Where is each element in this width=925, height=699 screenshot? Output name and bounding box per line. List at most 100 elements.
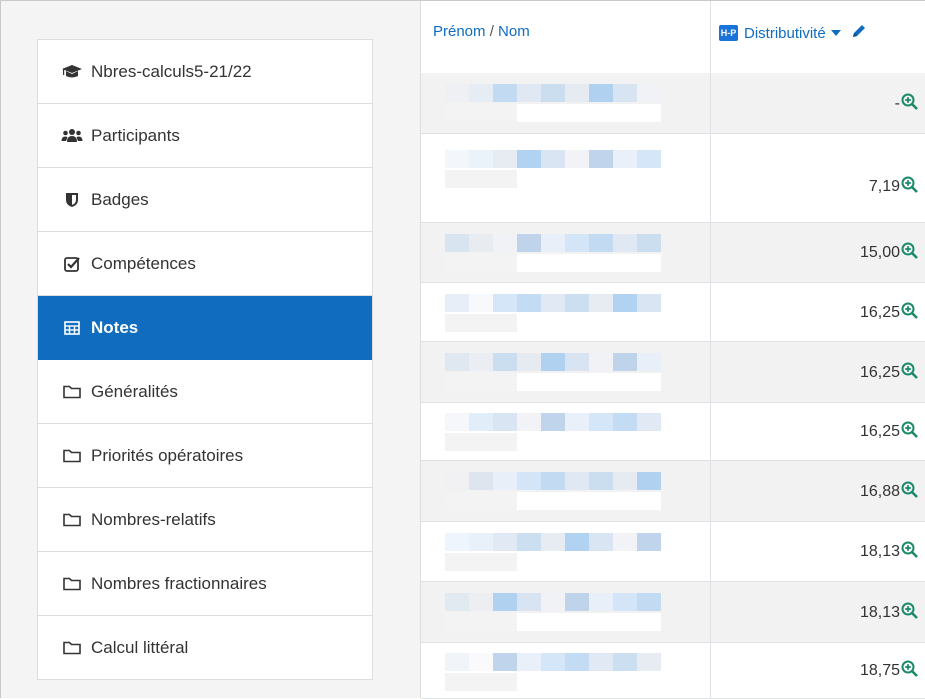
student-name-cell[interactable] (445, 461, 710, 521)
redacted-name-block (637, 314, 661, 332)
grade-cell[interactable]: 18,13 (860, 541, 918, 563)
redacted-name-block (493, 170, 517, 188)
nav-item-label: Nombres-relatifs (91, 509, 216, 529)
redacted-name-block (469, 413, 493, 431)
student-name-cell[interactable] (445, 403, 710, 460)
header-separator: / (489, 23, 494, 40)
redacted-name-block (541, 84, 565, 102)
grade-cell[interactable]: 18,75 (860, 660, 918, 682)
redacted-name-block (565, 653, 589, 671)
grade-value: 16,25 (859, 364, 900, 381)
redacted-name-block (565, 613, 589, 631)
redacted-name-block (637, 553, 661, 571)
table-row: 18,13 (421, 522, 925, 582)
redacted-name-block (445, 553, 469, 571)
grade-cell[interactable]: 18,13 (860, 602, 918, 624)
nav-item-section-fractionnaires[interactable]: Nombres fractionnaires (38, 552, 372, 616)
redacted-name-block (541, 353, 565, 371)
zoom-in-icon[interactable] (901, 660, 918, 682)
grade-cell[interactable]: - (895, 93, 918, 115)
redacted-name-block (517, 314, 541, 332)
redacted-name-block (589, 294, 613, 312)
redacted-name-block (565, 492, 589, 510)
redacted-name-block (469, 353, 493, 371)
redacted-name-block (517, 533, 541, 551)
redacted-name-block (589, 84, 613, 102)
zoom-in-icon[interactable] (901, 421, 918, 443)
grade-item-link[interactable]: Distributivité (744, 25, 826, 42)
grader-report: - 7,19 15,00 16,25 16,25 16,25 16,88 18,13 18,13… (420, 1, 925, 699)
redacted-name-block (565, 533, 589, 551)
redacted-name-block (565, 472, 589, 490)
nav-item-label: Participants (91, 125, 180, 145)
student-name-cell[interactable] (445, 643, 710, 698)
nav-item-label: Notes (91, 317, 139, 337)
redacted-name-block (445, 593, 469, 611)
nav-item-badges[interactable]: Badges (38, 168, 372, 232)
nav-item-section-generalites[interactable]: Généralités (38, 360, 372, 424)
redacted-name-block (445, 353, 469, 371)
zoom-in-icon[interactable] (901, 93, 918, 115)
grade-cell[interactable]: 16,25 (860, 362, 918, 384)
zoom-in-icon[interactable] (901, 481, 918, 503)
nav-item-competences[interactable]: Compétences (38, 232, 372, 296)
nav-item-section-priorites[interactable]: Priorités opératoires (38, 424, 372, 488)
grade-cell[interactable]: 16,25 (860, 302, 918, 324)
zoom-in-icon[interactable] (901, 541, 918, 563)
redacted-name-block (517, 613, 541, 631)
redacted-name-block (493, 553, 517, 571)
nav-item-participants[interactable]: Participants (38, 104, 372, 168)
student-name-cell[interactable] (445, 73, 710, 133)
redacted-name-block (469, 294, 493, 312)
grade-cell[interactable]: 7,19 (869, 176, 918, 198)
folder-icon (61, 574, 83, 594)
redacted-name-block (493, 533, 517, 551)
redacted-name-block (637, 593, 661, 611)
nav-item-label: Priorités opératoires (91, 445, 244, 465)
redacted-name-block (517, 353, 541, 371)
redacted-name-block (541, 234, 565, 252)
redacted-name-block (565, 593, 589, 611)
zoom-in-icon[interactable] (901, 602, 918, 624)
student-name-cell[interactable] (445, 582, 710, 642)
nav-item-label: Calcul littéral (91, 637, 189, 657)
redacted-name-block (445, 314, 469, 332)
student-name-cell[interactable] (445, 223, 710, 282)
redacted-name-block (637, 84, 661, 102)
grade-cell[interactable]: 15,00 (860, 242, 918, 264)
redacted-name-block (589, 413, 613, 431)
sort-by-lastname-link[interactable]: Nom (498, 23, 530, 40)
redacted-name-block (517, 653, 541, 671)
redacted-name-block (493, 314, 517, 332)
nav-item-notes[interactable]: Notes (38, 296, 372, 360)
grade-cell[interactable]: 16,88 (860, 481, 918, 503)
nav-item-section-litteral[interactable]: Calcul littéral (38, 616, 372, 680)
zoom-in-icon[interactable] (901, 176, 918, 198)
nav-item-section-relatifs[interactable]: Nombres-relatifs (38, 488, 372, 552)
nav-item-course-home[interactable]: Nbres-calculs5-21/22 (38, 40, 372, 104)
student-name-cell[interactable] (445, 522, 710, 581)
zoom-in-icon[interactable] (901, 302, 918, 324)
zoom-in-icon[interactable] (901, 362, 918, 384)
chevron-down-icon[interactable] (830, 30, 841, 36)
redacted-name-block (613, 234, 637, 252)
redacted-name-block (613, 673, 637, 691)
redacted-name-block (541, 553, 565, 571)
redacted-name-block (493, 373, 517, 391)
redacted-name-block (517, 150, 541, 168)
course-navigation: Nbres-calculs5-21/22 Participants Badges… (37, 39, 373, 680)
table-row: 16,88 (421, 461, 925, 522)
student-name-cell[interactable] (445, 134, 710, 222)
sort-by-firstname-link[interactable]: Prénom (433, 23, 486, 40)
student-name-cell[interactable] (445, 342, 710, 402)
grade-value: 18,13 (859, 604, 900, 621)
redacted-name-block (565, 673, 589, 691)
pencil-icon[interactable] (851, 23, 867, 43)
redacted-name-block (565, 150, 589, 168)
redacted-name-block (613, 433, 637, 451)
zoom-in-icon[interactable] (901, 242, 918, 264)
redacted-name-block (445, 613, 469, 631)
redacted-name-block (517, 294, 541, 312)
grade-cell[interactable]: 16,25 (860, 421, 918, 443)
student-name-cell[interactable] (445, 283, 710, 341)
